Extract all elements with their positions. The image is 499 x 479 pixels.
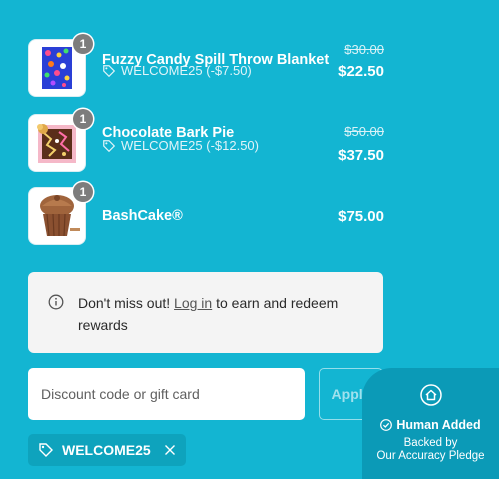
item-price: $75.00: [338, 208, 384, 225]
original-price: $30.00: [344, 42, 384, 57]
rewards-prefix: Don't miss out!: [78, 295, 171, 311]
pledge-title: Human Added: [362, 418, 499, 432]
remove-discount-icon[interactable]: [164, 444, 176, 456]
discount-line: WELCOME25 (-$12.50): [102, 138, 259, 153]
tag-icon: [103, 139, 116, 152]
discount-label: WELCOME25 (-$7.50): [121, 63, 252, 78]
product-name: BashCake®: [102, 208, 183, 224]
rewards-text: Don't miss out! Log in to earn and redee…: [78, 292, 368, 336]
applied-discount-chip: WELCOME25: [28, 434, 186, 466]
discount-line: WELCOME25 (-$7.50): [102, 63, 252, 78]
cart-item: 1 Chocolate Bark Pie WELCOME25 (-$12.50)…: [29, 109, 384, 173]
cart-item: 1 Fuzzy Candy Spill Throw Blanket WELCOM…: [29, 34, 384, 98]
quantity-badge: 1: [73, 109, 93, 129]
item-price: $22.50: [338, 63, 384, 80]
quantity-badge: 1: [73, 34, 93, 54]
pledge-title-text: Human Added: [396, 418, 481, 432]
item-price: $37.50: [338, 147, 384, 164]
pledge-line1: Backed by: [403, 437, 458, 449]
rewards-notice: Don't miss out! Log in to earn and redee…: [28, 272, 383, 353]
quantity-badge: 1: [73, 182, 93, 202]
accuracy-pledge-badge[interactable]: Human Added Backed by Our Accuracy Pledg…: [362, 368, 499, 479]
home-shield-icon: [420, 384, 442, 406]
pledge-subtitle: Backed by Our Accuracy Pledge: [362, 437, 499, 463]
cart-item: 1 BashCake® $75.00: [29, 182, 384, 246]
check-circle-icon: [380, 419, 393, 431]
tag-icon: [103, 64, 116, 77]
pledge-line2: Our Accuracy Pledge: [376, 450, 485, 462]
original-price: $50.00: [344, 124, 384, 139]
discount-code-input[interactable]: [28, 368, 305, 420]
discount-label: WELCOME25 (-$12.50): [121, 138, 259, 153]
tag-icon: [39, 443, 53, 457]
applied-code: WELCOME25: [62, 442, 151, 458]
info-icon: [48, 294, 64, 310]
login-link[interactable]: Log in: [174, 295, 212, 311]
